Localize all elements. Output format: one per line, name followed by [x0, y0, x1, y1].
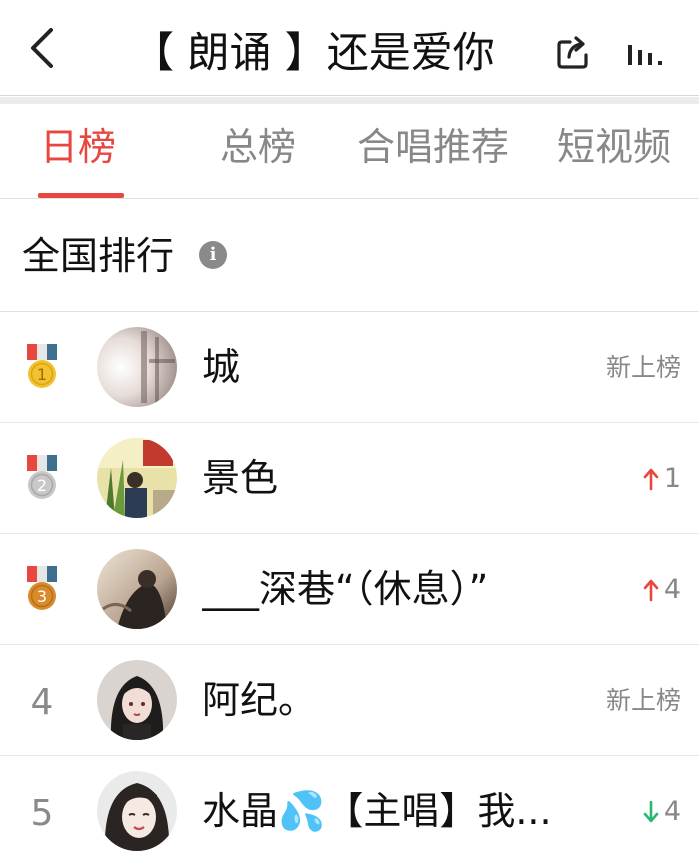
- avatar[interactable]: [97, 549, 177, 629]
- gold-medal-icon: 1: [24, 344, 60, 390]
- arrow-up-icon: [643, 579, 659, 602]
- share-icon: [557, 36, 588, 69]
- bronze-medal-icon: 3: [24, 566, 60, 612]
- rank-change: 新上榜: [606, 350, 681, 386]
- rank-number: 4: [30, 682, 54, 723]
- rank-change: 4: [642, 572, 681, 608]
- rank-change-value: 1: [663, 463, 681, 494]
- tab-daily[interactable]: 日榜: [40, 122, 116, 172]
- ranking-row[interactable]: 1 城 新上榜: [0, 312, 699, 423]
- rank-number: 5: [30, 793, 54, 834]
- rank-change: 4: [642, 794, 681, 830]
- share-button[interactable]: [552, 30, 596, 74]
- info-icon[interactable]: i: [199, 241, 227, 269]
- new-entry-label: 新上榜: [605, 353, 681, 382]
- ranking-row[interactable]: 4 阿纪。 新上榜: [0, 645, 699, 756]
- tab-short-video[interactable]: 短视频: [557, 122, 671, 172]
- back-button[interactable]: [18, 24, 66, 72]
- tab-bar: 日榜 总榜 合唱推荐 短视频: [0, 104, 699, 199]
- medal-rank-number: 1: [37, 365, 47, 384]
- rank-change: 1: [642, 461, 681, 497]
- user-name: 景色: [202, 456, 279, 500]
- tab-overall[interactable]: 总榜: [220, 122, 296, 172]
- ranking-row[interactable]: 3 ___深巷“（休息）” 4: [0, 534, 699, 645]
- arrow-down-icon: [643, 800, 659, 823]
- rank-change: 新上榜: [606, 683, 681, 719]
- user-name: 城: [202, 345, 241, 389]
- medal-rank-number: 2: [37, 476, 47, 495]
- avatar[interactable]: [97, 771, 177, 851]
- avatar[interactable]: [97, 438, 177, 518]
- user-name: ___深巷“（休息）”: [202, 567, 489, 611]
- ranking-row[interactable]: 5 水晶💦【主唱】我... 4: [0, 756, 699, 863]
- arrow-up-icon: [643, 468, 659, 491]
- new-entry-label: 新上榜: [605, 686, 681, 715]
- active-tab-indicator: [38, 193, 124, 198]
- page-title: 【 朗诵 】还是爱你: [132, 28, 495, 77]
- now-playing-button[interactable]: [622, 30, 670, 74]
- user-name: 水晶💦【主唱】我...: [202, 789, 552, 833]
- silver-medal-icon: 2: [24, 455, 60, 501]
- user-name: 阿纪。: [202, 678, 317, 722]
- top-bar: 【 朗诵 】还是爱你: [0, 0, 699, 96]
- header-separator: [0, 97, 699, 104]
- tab-chorus-recommend[interactable]: 合唱推荐: [357, 122, 509, 172]
- rank-change-value: 4: [663, 574, 681, 605]
- chevron-left-icon: [31, 28, 53, 68]
- avatar[interactable]: [97, 660, 177, 740]
- ranking-list: 1 城 新上榜 2 景色 1 3 ___深巷“（休息）” 4 4 阿纪。 新上榜…: [0, 312, 699, 863]
- now-playing-bars-icon: [628, 45, 662, 65]
- section-header: 全国排行 i: [0, 200, 699, 312]
- rank-change-value: 4: [663, 796, 681, 827]
- section-title: 全国排行: [22, 234, 175, 278]
- ranking-row[interactable]: 2 景色 1: [0, 423, 699, 534]
- medal-rank-number: 3: [37, 587, 47, 606]
- avatar[interactable]: [97, 327, 177, 407]
